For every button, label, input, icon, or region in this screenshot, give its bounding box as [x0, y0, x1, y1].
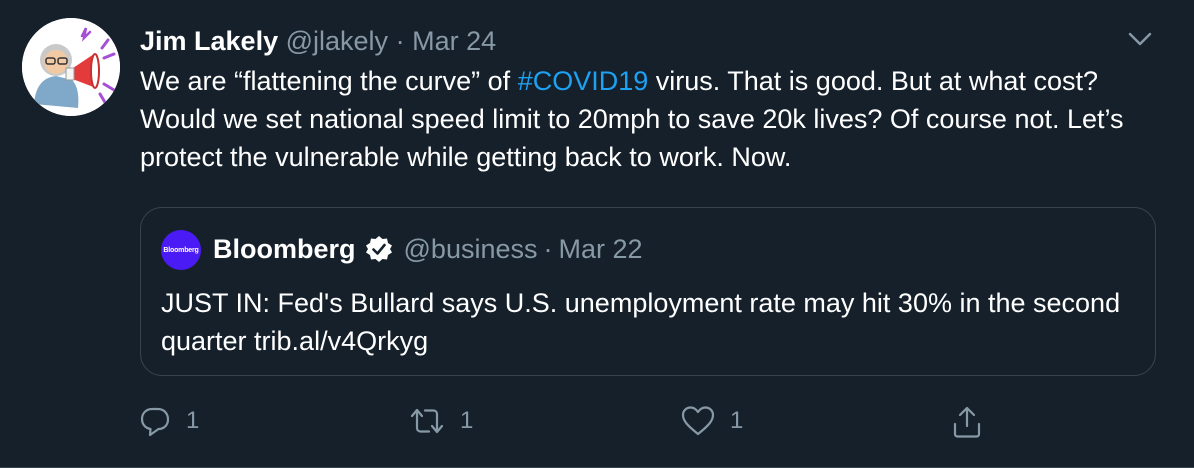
- quoted-header: Bloomberg @business · Mar 22: [213, 232, 643, 266]
- tweet[interactable]: Jim Lakely @jlakely · Mar 24 We are “fla…: [0, 0, 1194, 468]
- quoted-author-name[interactable]: Bloomberg: [213, 232, 356, 266]
- reply-icon: [138, 404, 172, 438]
- verified-badge-icon: [364, 234, 394, 264]
- tweet-actions: 1 1 1: [0, 400, 1194, 450]
- author-handle[interactable]: @jlakely: [286, 26, 388, 56]
- tweet-header: Jim Lakely @jlakely · Mar 24: [140, 24, 496, 58]
- author-avatar[interactable]: [22, 18, 120, 116]
- reply-count: 1: [186, 407, 200, 434]
- tweet-text: We are “flattening the curve” of #COVID1…: [140, 62, 1170, 176]
- quoted-tweet[interactable]: Bloomberg Bloomberg @business · Mar 22 J…: [140, 207, 1156, 376]
- share-icon: [950, 404, 984, 440]
- reply-button[interactable]: 1: [138, 404, 199, 438]
- quoted-date[interactable]: Mar 22: [559, 232, 643, 266]
- author-name[interactable]: Jim Lakely: [140, 26, 278, 56]
- retweet-button[interactable]: 1: [408, 404, 473, 438]
- retweet-count: 1: [460, 407, 474, 434]
- megaphone-person-illustration: [22, 18, 120, 116]
- like-button[interactable]: 1: [680, 404, 743, 438]
- heart-icon: [680, 404, 716, 438]
- tweet-date[interactable]: Mar 24: [412, 26, 496, 56]
- quoted-separator: ·: [543, 234, 553, 264]
- like-count: 1: [730, 407, 744, 434]
- share-button[interactable]: [950, 404, 984, 440]
- quoted-handle[interactable]: @business: [404, 232, 538, 266]
- retweet-icon: [408, 404, 446, 438]
- chevron-down-icon[interactable]: [1124, 26, 1156, 52]
- hashtag-link[interactable]: #COVID19: [518, 66, 649, 96]
- tweet-text-part1: We are “flattening the curve” of: [140, 66, 518, 96]
- quoted-avatar[interactable]: Bloomberg: [161, 230, 201, 270]
- quoted-text: JUST IN: Fed's Bullard says U.S. unemplo…: [161, 288, 1121, 356]
- header-separator: ·: [395, 26, 405, 56]
